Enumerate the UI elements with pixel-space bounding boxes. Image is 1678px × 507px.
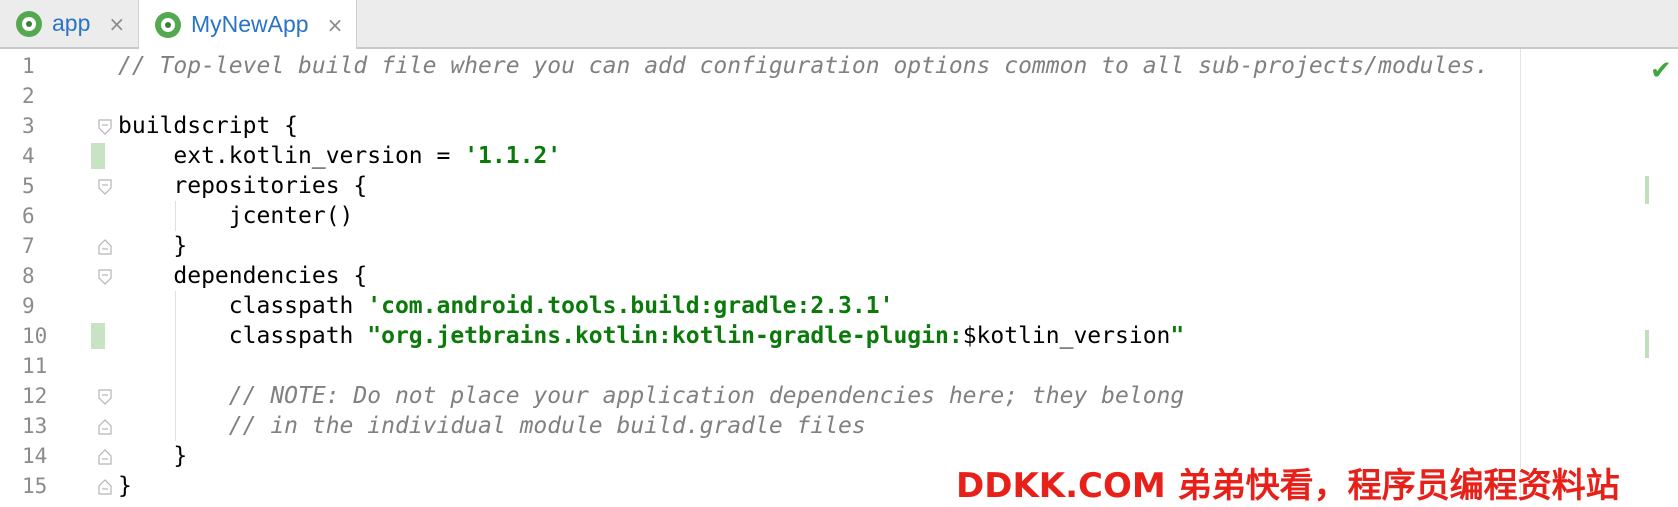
code-line[interactable]: // NOTE: Do not place your application d… <box>118 381 1184 411</box>
close-icon[interactable]: × <box>108 12 125 36</box>
line-number: 6 <box>22 204 35 228</box>
line-number: 1 <box>22 54 35 78</box>
code-token: classpath <box>118 293 368 319</box>
fold-end-icon[interactable] <box>98 449 112 465</box>
line-number: 12 <box>22 384 48 408</box>
line-number: 4 <box>22 144 35 168</box>
close-icon[interactable]: × <box>327 13 344 37</box>
tab-app[interactable]: app × <box>0 0 139 47</box>
code-comment: // NOTE: Do not place your application d… <box>228 383 1185 409</box>
code-token: buildscript { <box>118 113 299 139</box>
change-marker[interactable] <box>1645 330 1649 358</box>
code-line[interactable]: jcenter() <box>118 201 354 231</box>
fold-end-icon[interactable] <box>98 479 112 495</box>
fold-start-icon[interactable] <box>98 389 112 405</box>
code-string: "org.jetbrains.kotlin:kotlin-gradle-plug… <box>367 323 963 349</box>
line-number: 5 <box>22 174 35 198</box>
code-line[interactable]: dependencies { <box>118 261 367 291</box>
android-module-icon <box>155 11 181 38</box>
vcs-change-marker[interactable] <box>91 143 105 169</box>
code-token: jcenter() <box>118 203 354 229</box>
change-marker[interactable] <box>1645 176 1649 204</box>
code-line[interactable]: ext.kotlin_version = '1.1.2' <box>118 141 561 171</box>
watermark: DDKK.COM 弟弟快看，程序员编程资料站 <box>956 466 1620 506</box>
line-number: 15 <box>22 474 48 498</box>
fold-start-icon[interactable] <box>98 269 112 285</box>
check-icon[interactable]: ✔ <box>1650 56 1672 86</box>
code-line[interactable]: buildscript { <box>118 111 298 141</box>
code-token: classpath <box>118 323 368 349</box>
fold-end-icon[interactable] <box>98 239 112 255</box>
tab-label: app <box>52 10 91 36</box>
code-comment: // Top-level build file where you can ad… <box>118 53 1489 79</box>
code-line[interactable]: classpath 'com.android.tools.build:gradl… <box>118 291 894 321</box>
line-number: 13 <box>22 414 48 438</box>
indent-guide <box>175 291 176 441</box>
code-token: ext.kotlin_version = <box>118 143 465 169</box>
line-number: 8 <box>22 264 35 288</box>
code-string: '1.1.2' <box>464 143 562 169</box>
code-line[interactable]: } <box>118 231 187 261</box>
code-line[interactable]: // in the individual module build.gradle… <box>118 411 866 441</box>
line-number: 7 <box>22 234 35 258</box>
code-token: repositories { <box>118 173 368 199</box>
line-number: 3 <box>22 114 35 138</box>
indent-guide <box>175 201 176 231</box>
code-string: 'com.android.tools.build:gradle:2.3.1' <box>367 293 894 319</box>
vcs-change-marker[interactable] <box>91 323 105 349</box>
code-comment: // in the individual module build.gradle… <box>228 413 866 439</box>
tab-mynewapp[interactable]: MyNewApp × <box>139 0 357 49</box>
fold-start-icon[interactable] <box>98 119 112 135</box>
code-line[interactable]: // Top-level build file where you can ad… <box>118 51 1489 81</box>
fold-start-icon[interactable] <box>98 179 112 195</box>
code-token: } <box>118 443 188 469</box>
editor-tab-bar: app × MyNewApp × <box>0 0 1678 49</box>
tab-label: MyNewApp <box>191 11 309 37</box>
android-module-icon <box>16 10 42 37</box>
code-token: } <box>118 473 132 499</box>
line-number: 2 <box>22 84 35 108</box>
line-number: 11 <box>22 354 48 378</box>
error-stripe[interactable] <box>1521 49 1678 501</box>
code-token: } <box>118 233 188 259</box>
code-token: dependencies { <box>118 263 368 289</box>
fold-end-icon[interactable] <box>98 419 112 435</box>
line-number: 14 <box>22 444 48 468</box>
code-line[interactable]: repositories { <box>118 171 367 201</box>
code-line[interactable]: classpath "org.jetbrains.kotlin:kotlin-g… <box>118 321 1185 351</box>
code-editor[interactable]: 1 // Top-level build file where you can a… <box>0 49 1678 501</box>
code-line[interactable]: } <box>118 471 132 501</box>
line-number: 10 <box>22 324 48 348</box>
code-token: $kotlin_version <box>962 323 1171 349</box>
code-line[interactable]: } <box>118 441 187 471</box>
line-number: 9 <box>22 294 35 318</box>
code-string: " <box>1170 323 1185 349</box>
